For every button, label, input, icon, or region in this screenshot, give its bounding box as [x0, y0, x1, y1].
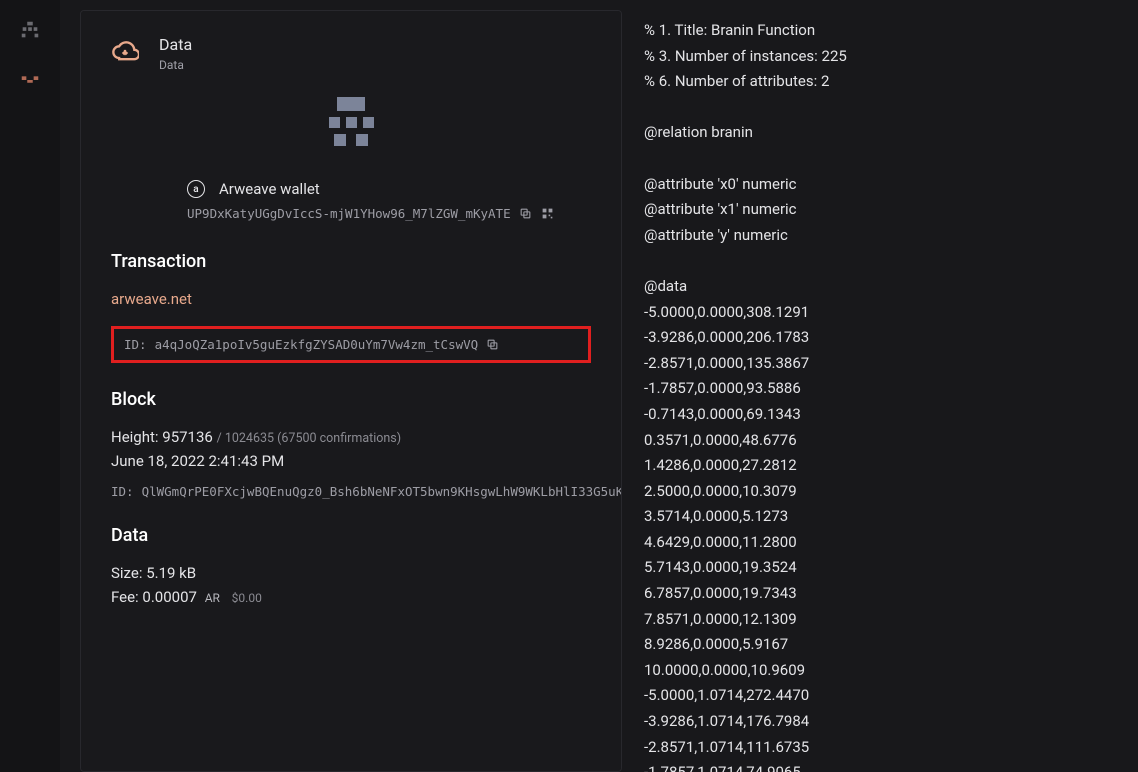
wallet-address-row: UP9DxKatyUGgDvIccS-mjW1YHow96_M7lZGW_mKy… [111, 206, 591, 221]
card-header: Data Data [111, 35, 591, 72]
block-date: June 18, 2022 2:41:43 PM [111, 452, 591, 470]
copy-icon[interactable] [486, 338, 500, 352]
height-value: 957136 [162, 428, 213, 446]
transaction-id-value: a4qJoQZa1poIv5guEzkfgZYSAD0uYm7Vw4zm_tCs… [155, 337, 479, 352]
data-heading: Data [111, 525, 591, 546]
side-nav [0, 0, 60, 772]
data-fee-row: Fee: 0.00007 AR $0.00 [111, 588, 591, 606]
block-section: Block Height: 957136 / 1024635 (67500 co… [111, 389, 591, 499]
wallet-label-row: a Arweave wallet [111, 180, 591, 198]
nav-bridge-icon[interactable] [18, 68, 42, 92]
transaction-id-highlight: ID: a4qJoQZa1poIv5guEzkfgZYSAD0uYm7Vw4zm… [111, 326, 591, 363]
pixel-art-icon [111, 92, 591, 150]
wallet-label: Arweave wallet [219, 180, 320, 198]
copy-icon[interactable] [519, 207, 533, 221]
size-value: 5.19 kB [146, 564, 196, 582]
cloud-download-icon [111, 37, 139, 65]
wallet-address: UP9DxKatyUGgDvIccS-mjW1YHow96_M7lZGW_mKy… [187, 206, 511, 221]
fee-usd: $0.00 [232, 591, 262, 605]
file-content-view: % 1. Title: Branin Function % 3. Number … [640, 10, 1138, 772]
nav-home-icon[interactable] [18, 18, 42, 42]
fee-value: 0.00007 [142, 588, 197, 606]
block-heading: Block [111, 389, 591, 410]
block-height-row: Height: 957136 / 1024635 (67500 confirma… [111, 428, 591, 446]
qr-icon[interactable] [541, 207, 555, 221]
transaction-section: Transaction arweave.net ID: a4qJoQZa1poI… [111, 251, 591, 363]
fee-unit: AR [205, 591, 220, 605]
card-subtitle: Data [159, 58, 192, 72]
transaction-card: Data Data a Arweave wallet UP9DxKatyUGgD… [80, 10, 622, 772]
height-meta: / 1024635 (67500 confirmations) [217, 431, 402, 446]
fee-label: Fee: [111, 588, 139, 606]
card-title: Data [159, 35, 192, 54]
height-label: Height: [111, 428, 159, 446]
transaction-id-label: ID: [124, 337, 147, 352]
transaction-heading: Transaction [111, 251, 591, 272]
block-id-label: ID: [111, 484, 134, 499]
size-label: Size: [111, 564, 142, 582]
arweave-net-link[interactable]: arweave.net [111, 290, 591, 308]
data-size-row: Size: 5.19 kB [111, 564, 591, 582]
block-id-value: QlWGmQrPE0FXcjwBQEnuQgz0_Bsh6bNeNFxOT5bw… [142, 484, 622, 499]
arweave-a-icon: a [187, 180, 205, 198]
data-section: Data Size: 5.19 kB Fee: 0.00007 AR $0.00 [111, 525, 591, 606]
block-id-row: ID: QlWGmQrPE0FXcjwBQEnuQgz0_Bsh6bNeNFxO… [111, 484, 591, 499]
